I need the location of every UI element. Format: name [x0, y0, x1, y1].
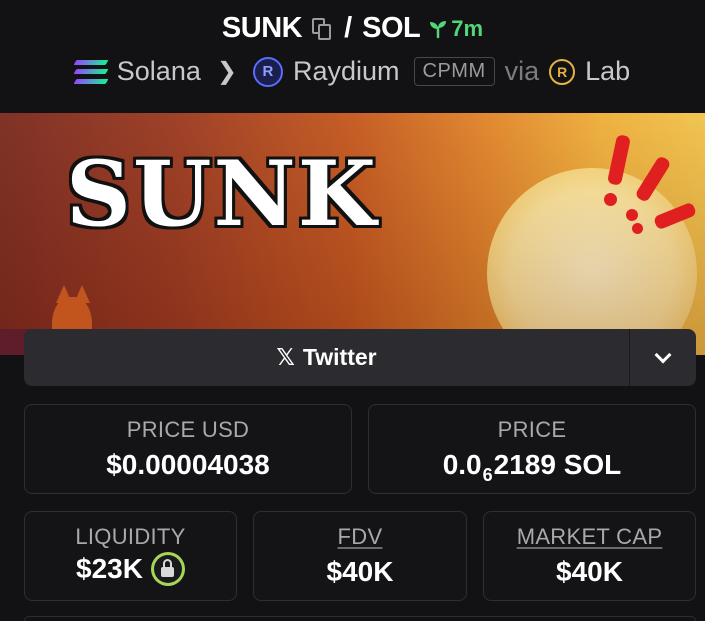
pair-age-value: 7m	[451, 15, 484, 41]
token-banner-image: SUNK	[0, 113, 705, 355]
price-usd-label: PRICE USD	[126, 417, 250, 442]
price-native-card: PRICE 0.0 6 2189 SOL	[368, 404, 696, 494]
banner-title: SUNK	[66, 141, 378, 247]
pool-type-badge: CPMM	[413, 57, 495, 86]
liquidity-value: $23K	[76, 553, 143, 584]
twitter-label: Twitter	[302, 344, 377, 370]
market-cap-value: $40K	[556, 556, 623, 587]
price-usd-card: PRICE USD $0.00004038	[24, 404, 352, 494]
chain-breadcrumb: Solana ❯ R Raydium CPMM via R Lab	[0, 56, 705, 87]
market-cap-label[interactable]: MARKET CAP	[484, 524, 695, 550]
price-native-zero-count: 6	[482, 464, 493, 485]
fdv-label[interactable]: FDV	[254, 524, 466, 550]
pair-title: SUNK / SOL 7m	[0, 12, 705, 45]
quote-symbol: SOL	[362, 12, 421, 44]
dex-name[interactable]: Raydium	[293, 56, 400, 87]
market-cap-card: MARKET CAP $40K	[483, 511, 696, 601]
links-dropdown-button[interactable]	[629, 329, 696, 386]
solana-icon	[73, 59, 109, 84]
base-symbol: SUNK	[221, 12, 303, 44]
pair-age: 7m	[428, 16, 483, 42]
liquidity-value-row: $23K	[25, 552, 236, 586]
price-native-value: 0.0 6 2189 SOL	[369, 449, 695, 485]
fdv-card: FDV $40K	[253, 511, 467, 601]
pair-separator: /	[344, 12, 353, 44]
raydium-icon: R	[252, 56, 283, 87]
seedling-icon	[430, 20, 447, 38]
fdv-value: $40K	[326, 556, 394, 587]
price-usd-value: $0.00004038	[106, 449, 270, 480]
lock-icon[interactable]	[150, 552, 185, 586]
social-links-bar: 𝕏 Twitter	[24, 329, 696, 386]
launchpad-icon: R	[549, 58, 576, 85]
price-native-prefix: 0.0	[442, 449, 482, 480]
via-label: via	[504, 56, 540, 86]
liquidity-card: LIQUIDITY $23K	[24, 511, 237, 601]
chevron-right-icon: ❯	[216, 58, 237, 85]
price-native-label: PRICE	[497, 417, 567, 442]
copy-icon[interactable]	[312, 17, 332, 40]
price-native-suffix: 2189 SOL	[493, 449, 622, 480]
chain-name[interactable]: Solana	[117, 56, 201, 87]
launchpad-name[interactable]: Lab	[585, 56, 630, 87]
next-stats-row	[24, 616, 696, 621]
chevron-down-icon	[654, 346, 672, 363]
twitter-button[interactable]: 𝕏 Twitter	[24, 329, 629, 386]
x-icon: 𝕏	[276, 344, 295, 370]
pair-header: SUNK / SOL 7m Solana ❯ R Raydium CPMM vi…	[0, 0, 705, 113]
liquidity-label: LIQUIDITY	[75, 524, 186, 549]
